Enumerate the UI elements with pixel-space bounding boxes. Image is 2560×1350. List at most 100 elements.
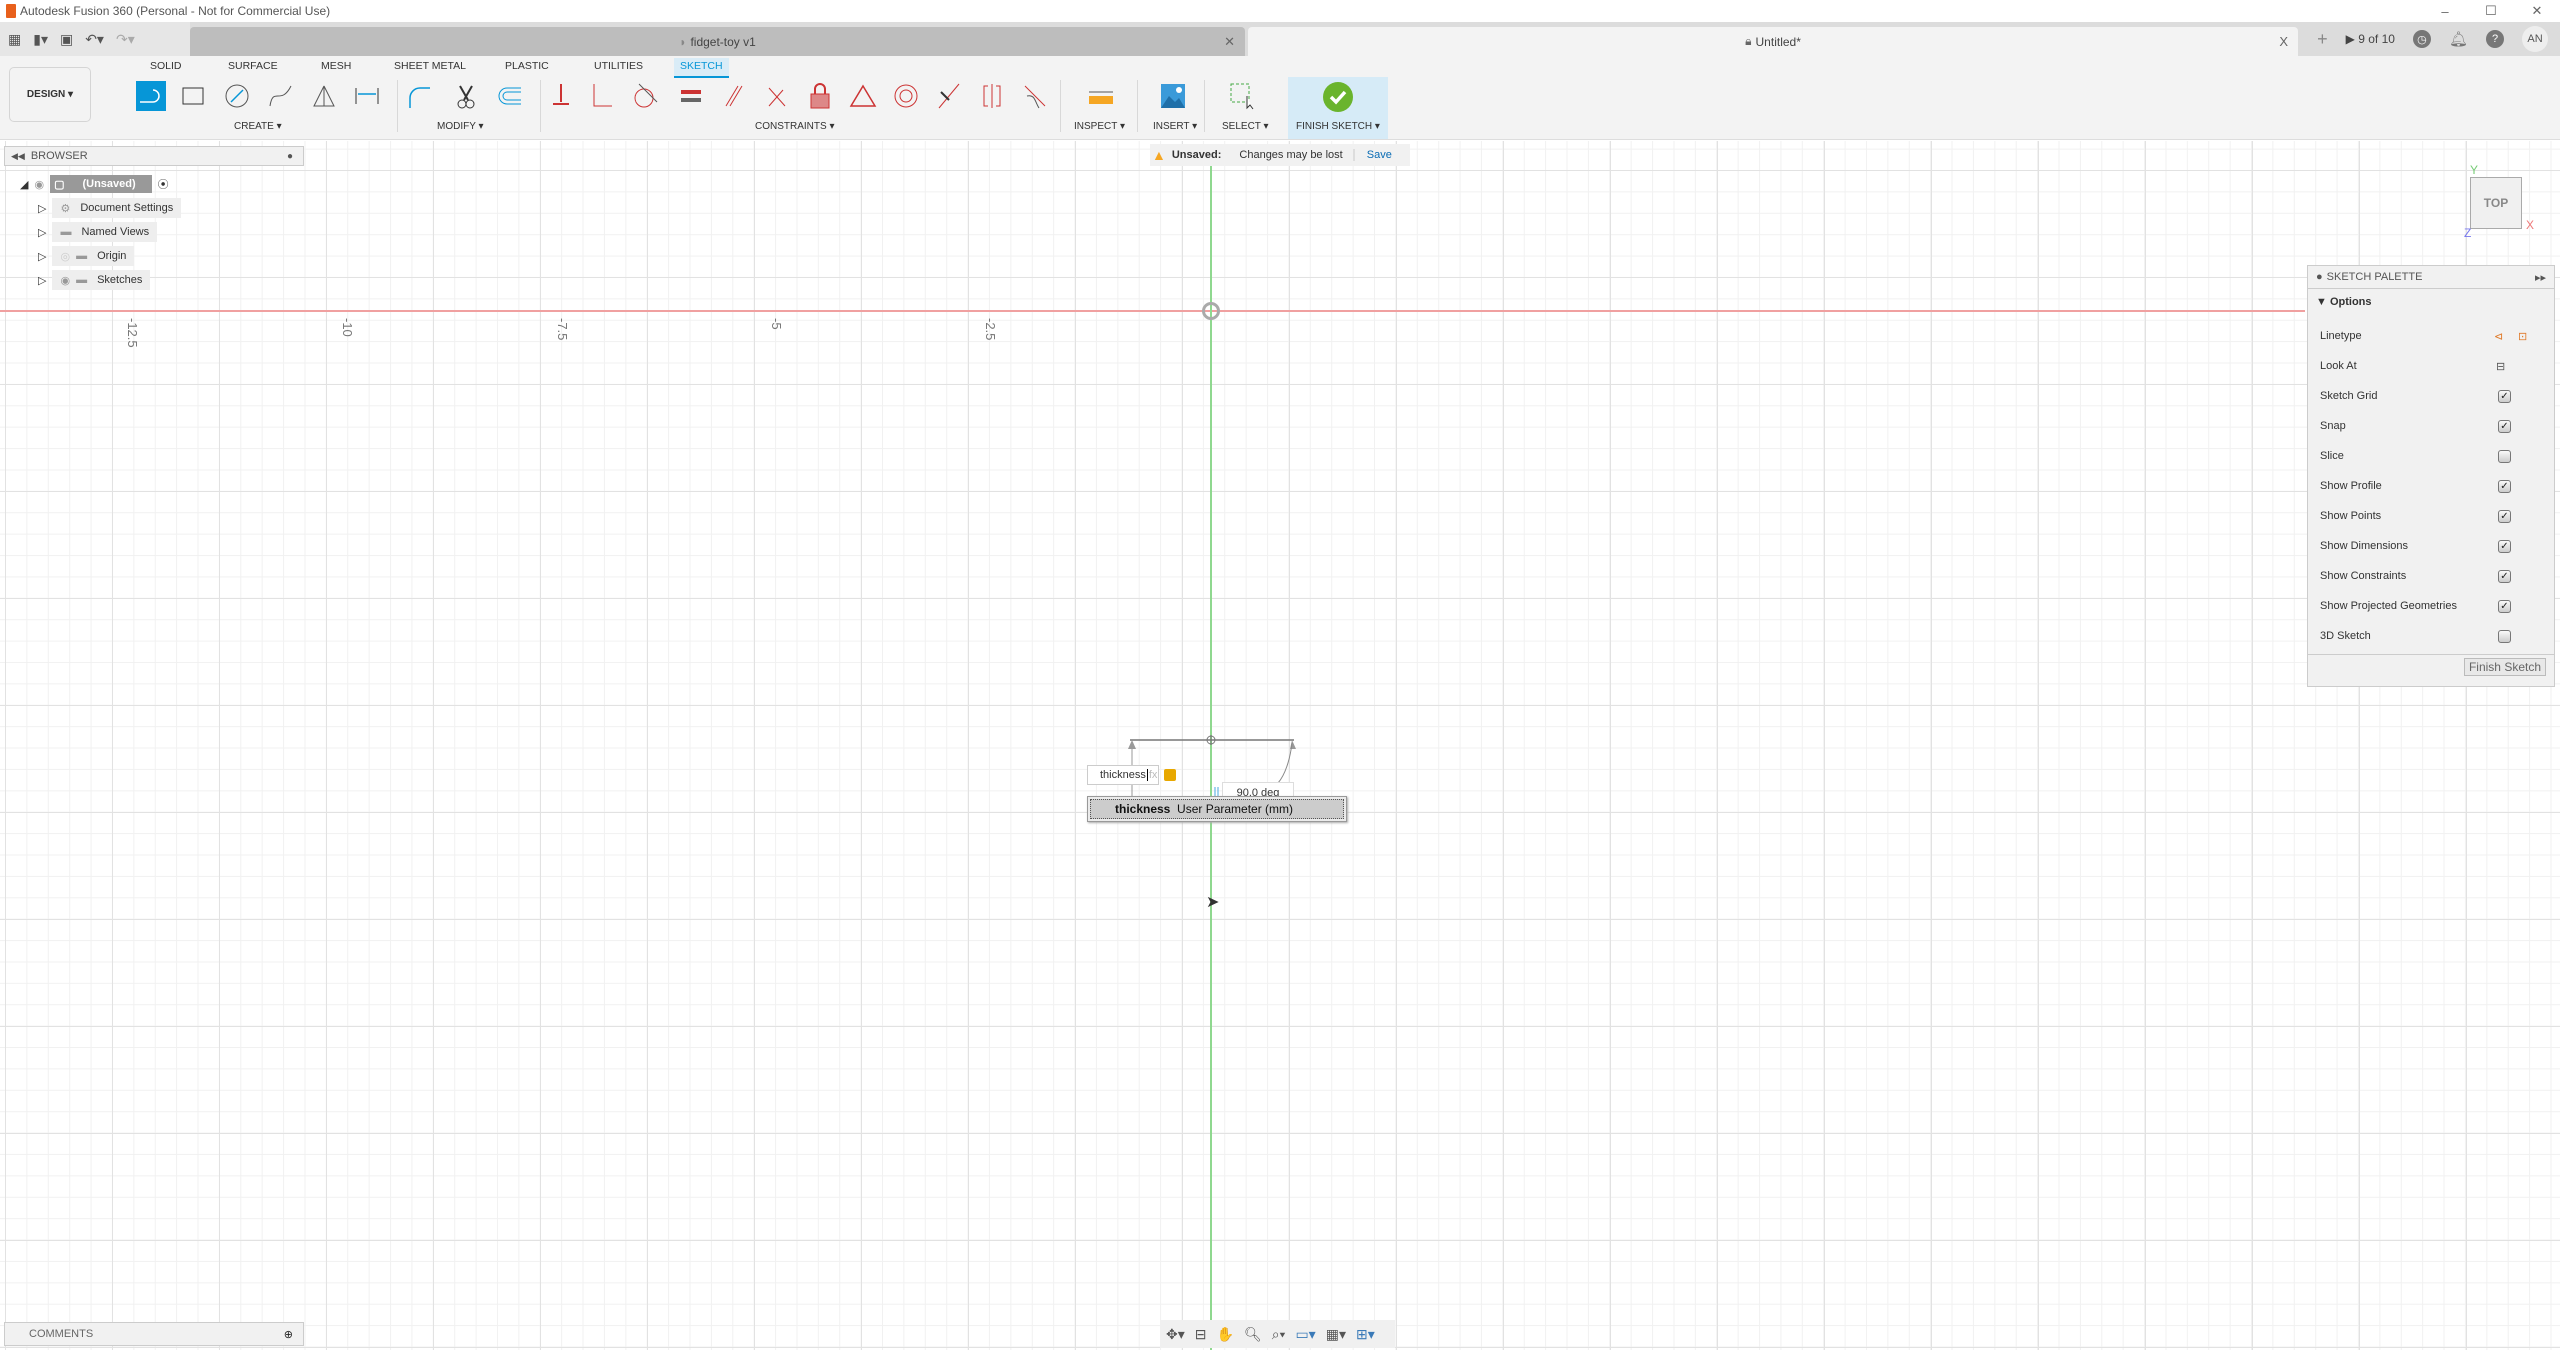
workspace-switcher[interactable]: DESIGN ▾ [9,67,91,122]
constraints-menu[interactable]: CONSTRAINTS ▾ [755,121,834,132]
activate-radio-icon[interactable]: ⦿ [158,176,169,192]
midpoint-constraint[interactable] [848,81,878,111]
pan-icon[interactable]: ✋ [1217,1326,1234,1343]
viewports-icon[interactable]: ⊞▾ [1356,1326,1375,1343]
tab-utilities[interactable]: UTILITIES [594,60,643,72]
tab-plastic[interactable]: PLASTIC [505,60,549,72]
view-cube[interactable]: TOP [2470,177,2522,229]
select-tool[interactable] [1228,81,1258,111]
spline-tool[interactable] [266,81,296,111]
sketch-grid-checkbox[interactable]: ✓ [2498,389,2511,403]
tab-untitled[interactable]: 🔒︎ Untitled* X [1248,27,2298,56]
orbit-icon[interactable]: ✥▾ [1166,1326,1185,1343]
new-tab-button[interactable]: + [2317,29,2328,50]
zoom-icon[interactable]: 🔍︎ [1244,1326,1262,1343]
coincident-constraint[interactable] [587,81,617,111]
show-constraints-checkbox[interactable]: ✓ [2498,569,2511,583]
insert-image-tool[interactable] [1158,81,1188,111]
show-projected-geometries-checkbox[interactable]: ✓ [2498,599,2511,613]
tab-sheet-metal[interactable]: SHEET METAL [394,60,466,72]
minimize-panel-icon[interactable]: ● [287,151,293,162]
tab-close-icon[interactable]: X [2279,34,2288,49]
options-section[interactable]: ▼ Options [2316,296,2372,308]
grid-icon[interactable]: ▦ [8,31,21,48]
create-menu[interactable]: CREATE ▾ [234,121,282,132]
select-menu[interactable]: SELECT ▾ [1222,121,1269,132]
tab-close-icon[interactable]: ✕ [1224,34,1235,50]
line-tool[interactable] [136,81,166,111]
rectangle-tool[interactable] [178,81,208,111]
add-comment-icon[interactable]: ⊕ [284,1328,293,1341]
show-profile-checkbox[interactable]: ✓ [2498,479,2511,493]
concentric-constraint[interactable] [891,81,921,111]
browser-item-origin[interactable]: ▷ ◎ ▬ Origin [38,246,135,266]
lock-icon[interactable] [1164,769,1176,781]
curvature-constraint[interactable] [1020,81,1050,111]
mirror-tool[interactable] [309,81,339,111]
modify-menu[interactable]: MODIFY ▾ [437,121,484,132]
tab-sketch[interactable]: SKETCH [674,58,729,78]
eye-hidden-icon[interactable]: ◎ [60,250,70,263]
job-status[interactable]: ▶ 9 of 10 [2346,32,2395,46]
expand-arrow-icon[interactable]: ▷ [38,202,46,215]
tab-solid[interactable]: SOLID [150,60,182,72]
measure-tool[interactable] [1086,81,1116,111]
symmetry-constraint[interactable] [977,81,1007,111]
centerline-linetype-icon[interactable]: ⊡ [2518,330,2527,343]
expand-panel-icon[interactable]: ▸▸ [2535,271,2546,284]
dimension-input[interactable]: thickness fx [1087,765,1159,785]
display-settings-icon[interactable]: ▭▾ [1295,1326,1315,1343]
origin-point[interactable] [1202,302,1220,320]
dimension-tool[interactable] [352,81,382,111]
fix-constraint[interactable] [546,81,576,111]
grid-settings-icon[interactable]: ▦▾ [1326,1326,1346,1343]
expand-arrow-icon[interactable]: ▷ [38,250,46,263]
collapse-icon[interactable]: ◀◀ [11,151,25,162]
look-at-icon[interactable]: ⊟ [1195,1326,1207,1343]
minimize-panel-icon[interactable]: ● [2316,271,2323,283]
finish-sketch-button[interactable]: FINISH SKETCH ▾ [1288,77,1388,139]
tangent-constraint[interactable] [630,81,660,111]
undo-icon[interactable]: ↶▾ [85,31,104,48]
offset-tool[interactable] [494,81,524,111]
maximize-button[interactable]: ☐ [2468,0,2514,22]
show-points-checkbox[interactable]: ✓ [2498,509,2511,523]
3d-sketch-checkbox[interactable] [2498,629,2511,643]
parallel-constraint[interactable] [719,81,749,111]
browser-root[interactable]: ◢ ◉ ▢ (Unsaved) ⦿ [20,174,169,194]
clock-icon[interactable]: ◷ [2412,30,2431,48]
snap-checkbox[interactable]: ✓ [2498,419,2511,433]
construction-linetype-icon[interactable]: ⊲ [2494,330,2503,343]
insert-menu[interactable]: INSERT ▾ [1153,121,1197,132]
tab-fidget-toy[interactable]: ◗ fidget-toy v1 ✕ [190,27,1245,56]
close-button[interactable]: ✕ [2514,0,2560,22]
fit-icon[interactable]: ⌕▾ [1272,1326,1286,1343]
avatar[interactable]: AN [2522,26,2548,52]
circle-tool[interactable] [222,81,252,111]
show-dimensions-checkbox[interactable]: ✓ [2498,539,2511,553]
collinear-constraint[interactable] [934,81,964,111]
palette-finish-sketch-button[interactable]: Finish Sketch [2463,658,2546,676]
redo-icon[interactable]: ↷▾ [116,31,135,48]
fillet-tool[interactable] [405,81,435,111]
browser-item-sketches[interactable]: ▷ ◉ ▬ Sketches [38,270,151,290]
expand-icon[interactable]: ◢ [20,178,28,191]
eye-icon[interactable]: ◉ [60,274,70,287]
tab-surface[interactable]: SURFACE [228,60,278,72]
expand-arrow-icon[interactable]: ▷ [38,226,46,239]
tab-mesh[interactable]: MESH [321,60,351,72]
save-link[interactable]: Save [1352,149,1392,161]
browser-item-document-settings[interactable]: ▷ ⚙ Document Settings [38,198,182,218]
browser-item-named-views[interactable]: ▷ ▬ Named Views [38,222,158,242]
slice-checkbox[interactable] [2498,449,2511,463]
lock-constraint[interactable] [805,81,835,111]
equal-constraint[interactable] [676,81,706,111]
trim-tool[interactable] [451,81,481,111]
perpendicular-constraint[interactable] [762,81,792,111]
inspect-menu[interactable]: INSPECT ▾ [1074,121,1125,132]
look-at-icon[interactable]: ⊟ [2496,360,2505,373]
autocomplete-option[interactable]: thickness User Parameter (mm) [1090,799,1344,819]
help-icon[interactable]: ? [2486,30,2504,48]
save-icon[interactable]: ▣ [60,31,73,48]
notification-bell-icon[interactable]: 🔔︎ [2449,30,2468,48]
